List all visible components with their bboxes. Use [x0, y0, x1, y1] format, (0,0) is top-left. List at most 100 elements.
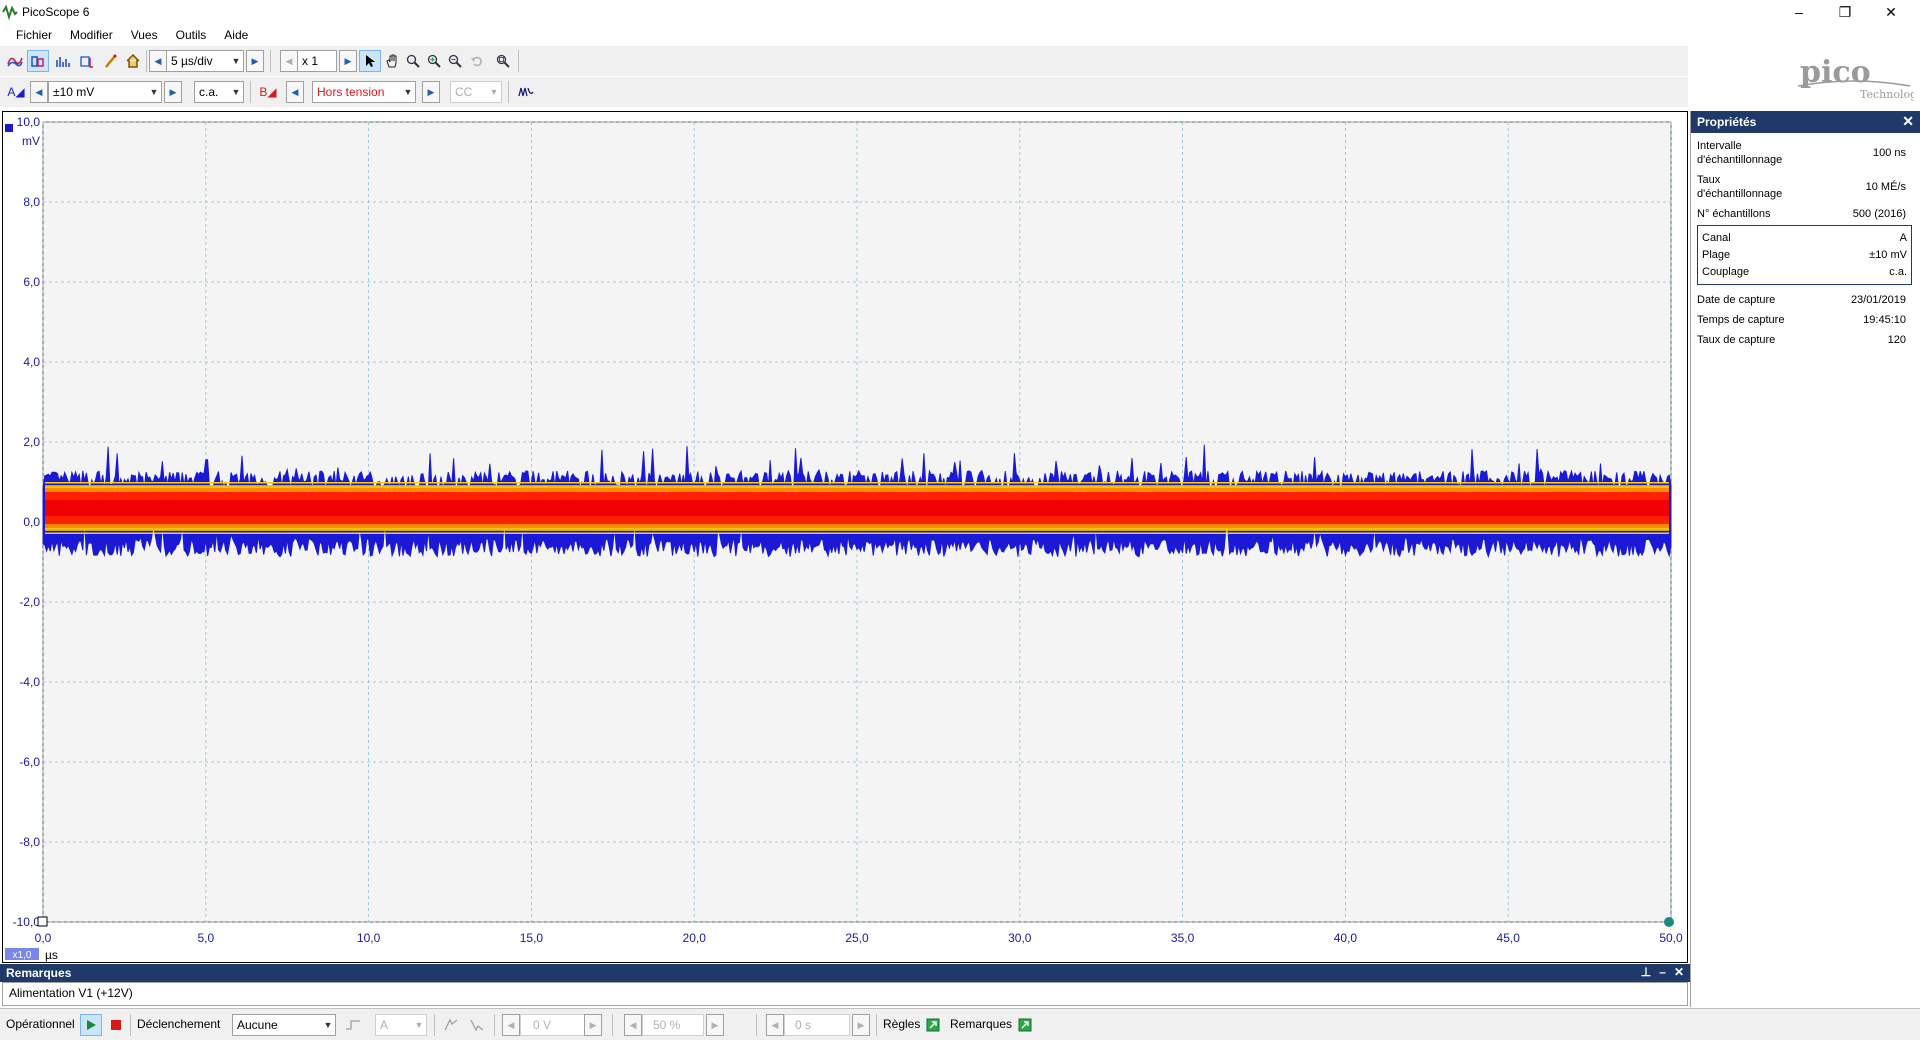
channel-properties-box: Canal A Plage ±10 mV Couplage c.a. [1697, 225, 1912, 285]
x-zoom-badge-label: x1,0 [13, 950, 32, 961]
x-tick-label: 50,0 [1659, 931, 1683, 945]
x-tick-label: 0,0 [35, 931, 52, 945]
x-tick-label: 15,0 [520, 931, 544, 945]
spectrum-mode-icon[interactable] [52, 50, 74, 72]
menu-bar: Fichier Modifier Vues Outils Aide [0, 24, 1920, 46]
trigger-label: Déclenchement [137, 1017, 221, 1031]
minimize-panel-icon[interactable]: – [1659, 965, 1666, 979]
zoom-decrease-button[interactable]: ◀ [280, 50, 298, 72]
property-sample-rate: Taux d'échantillonnage 10 MÉ/s [1697, 174, 1906, 200]
pico-technology-logo: pico Technology [1794, 52, 1920, 104]
timebase-select[interactable]: 5 µs/div ▼ [166, 50, 244, 72]
pointer-tool-icon[interactable] [359, 50, 381, 72]
y-tick-label: -6,0 [19, 755, 40, 769]
scope-mode-icon[interactable] [4, 50, 26, 72]
x-tick-label: 25,0 [845, 931, 869, 945]
zoom-fit-icon[interactable] [492, 50, 514, 72]
add-note-icon[interactable] [1014, 1014, 1036, 1036]
rules-label: Règles [883, 1017, 921, 1031]
origin-marker[interactable] [37, 916, 48, 927]
chevron-down-icon: ▼ [414, 1020, 424, 1030]
persistence-mode-icon[interactable] [27, 50, 49, 72]
properties-panel: Propriétés ✕ Intervalle d'échantillonnag… [1690, 111, 1920, 1007]
add-rule-icon[interactable] [922, 1014, 944, 1036]
maximize-button[interactable]: ❐ [1822, 0, 1868, 24]
x-tick-label: 30,0 [1008, 931, 1032, 945]
channel-b-range-increase-button[interactable]: ▶ [422, 81, 440, 103]
channel-b-options-button[interactable]: B ◢ [256, 81, 280, 103]
oscilloscope-plot[interactable]: 0,0 5,0 10,0 15,0 20,0 25,0 30,0 35,0 40,0 45,0 50… [3, 112, 1687, 962]
persistence-layer-core [45, 500, 1669, 516]
timebase-decrease-button[interactable]: ◀ [149, 50, 167, 72]
property-capture-time: Temps de capture 19:45:10 [1697, 314, 1906, 326]
properties-header: Propriétés ✕ [1691, 111, 1920, 133]
y-tick-label: 0,0 [23, 515, 40, 529]
undo-zoom-icon[interactable] [466, 50, 488, 72]
chevron-down-icon: ▼ [403, 87, 413, 97]
close-icon[interactable]: ✕ [1902, 113, 1914, 130]
channel-a-options-button[interactable]: A ◢ [4, 81, 28, 103]
channel-b-range-select[interactable]: Hors tension ▼ [312, 81, 416, 103]
window-title: PicoScope 6 [22, 5, 90, 19]
channel-a-range-increase-button[interactable]: ▶ [164, 81, 182, 103]
stop-icon[interactable] [105, 1014, 127, 1036]
menu-modifier[interactable]: Modifier [61, 28, 122, 42]
pretrigger-input[interactable]: 50 % [642, 1014, 704, 1036]
x-tick-label: 45,0 [1497, 931, 1521, 945]
channel-a-range-decrease-button[interactable]: ◀ [30, 81, 48, 103]
chevron-down-icon: ▼ [489, 87, 499, 97]
zoom-in-icon[interactable] [423, 50, 445, 72]
timebase-increase-button[interactable]: ▶ [246, 50, 264, 72]
menu-vues[interactable]: Vues [122, 28, 167, 42]
menu-fichier[interactable]: Fichier [7, 28, 61, 42]
y-tick-label: -8,0 [19, 835, 40, 849]
play-icon[interactable] [80, 1014, 102, 1036]
probe-icon[interactable] [100, 50, 122, 72]
channel-a-range-select[interactable]: ±10 mV ▼ [48, 81, 162, 103]
channel-a-coupling-select[interactable]: c.a. ▼ [194, 81, 244, 103]
delay-decrease-button[interactable]: ◀ [766, 1014, 784, 1036]
chevron-down-icon: ▼ [231, 87, 241, 97]
threshold-increase-button[interactable]: ▶ [584, 1014, 602, 1036]
signal-generator-icon[interactable] [515, 81, 537, 103]
picoscope-app-icon [2, 4, 18, 20]
property-capture-date: Date de capture 23/01/2019 [1697, 294, 1906, 306]
trigger-mode-select[interactable]: Aucune ▼ [232, 1014, 336, 1036]
rising-edge-icon[interactable] [440, 1014, 462, 1036]
zoom-out-icon[interactable] [444, 50, 466, 72]
trigger-edge-icon[interactable] [342, 1014, 364, 1036]
zoom-increase-button[interactable]: ▶ [339, 50, 357, 72]
pretrigger-increase-button[interactable]: ▶ [706, 1014, 724, 1036]
remarks-header: Remarques ⊥ – ✕ [0, 964, 1690, 982]
x-tick-label: 20,0 [683, 931, 707, 945]
home-icon[interactable] [122, 50, 144, 72]
remarks-text[interactable]: Alimentation V1 (+12V) [2, 982, 1688, 1006]
zoom-factor-input[interactable]: x 1 [297, 50, 337, 72]
zoom-region-icon[interactable] [402, 50, 424, 72]
scope-view[interactable]: 0,0 5,0 10,0 15,0 20,0 25,0 30,0 35,0 40,0 45,0 50… [2, 111, 1688, 963]
close-icon[interactable]: ✕ [1674, 965, 1684, 979]
x-tick-label: 40,0 [1334, 931, 1358, 945]
menu-outils[interactable]: Outils [167, 28, 216, 42]
delay-increase-button[interactable]: ▶ [852, 1014, 870, 1036]
channel-b-coupling-select[interactable]: CC ▼ [450, 81, 502, 103]
delay-input[interactable]: 0 s [784, 1014, 850, 1036]
property-sample-count: N° échantillons 500 (2016) [1697, 208, 1906, 220]
pin-icon[interactable]: ⊥ [1641, 965, 1651, 979]
trigger-time-marker[interactable] [1664, 917, 1674, 927]
menu-aide[interactable]: Aide [215, 28, 257, 42]
falling-edge-icon[interactable] [466, 1014, 488, 1036]
y-tick-label: -10,0 [13, 915, 41, 929]
pretrigger-decrease-button[interactable]: ◀ [624, 1014, 642, 1036]
trigger-channel-select[interactable]: A ▼ [375, 1014, 427, 1036]
channel-a-marker[interactable] [5, 124, 13, 132]
property-coupling: Couplage c.a. [1702, 266, 1907, 278]
hand-tool-icon[interactable] [381, 50, 403, 72]
notes-label: Remarques [950, 1017, 1013, 1031]
close-button[interactable]: ✕ [1868, 0, 1914, 24]
channel-b-range-decrease-button[interactable]: ◀ [286, 81, 304, 103]
threshold-decrease-button[interactable]: ◀ [502, 1014, 520, 1036]
serial-decode-icon[interactable] [76, 50, 98, 72]
y-tick-label: 2,0 [23, 435, 40, 449]
minimize-button[interactable]: – [1776, 0, 1822, 24]
